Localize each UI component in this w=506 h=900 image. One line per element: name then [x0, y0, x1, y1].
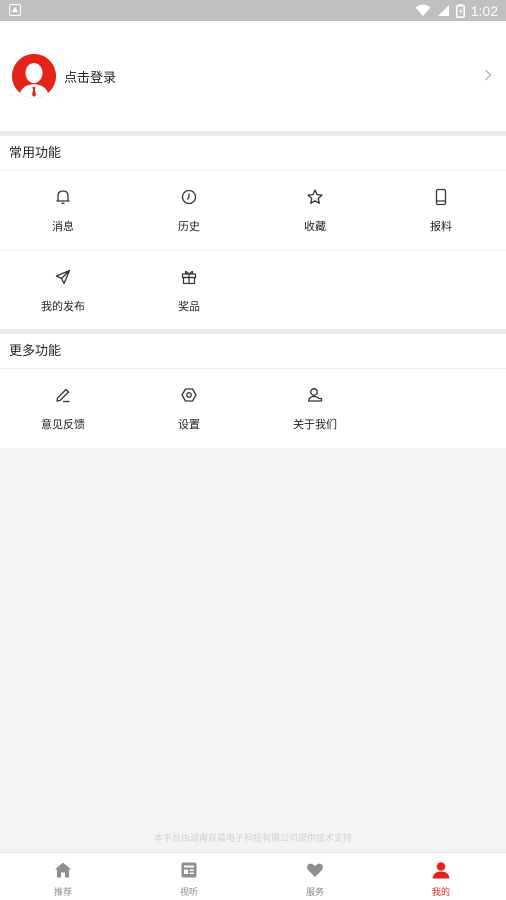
battery-icon: [455, 3, 465, 18]
user-about-icon: [307, 388, 323, 402]
tab-services[interactable]: 服务: [252, 853, 378, 900]
tab-mine[interactable]: 我的: [378, 853, 504, 900]
gift-icon: [181, 270, 197, 285]
avatar[interactable]: [12, 54, 56, 98]
common-functions-panel: 常用功能 消息 历史 收藏 报料 我的发布 奖品: [0, 136, 506, 329]
tab-label: 推荐: [53, 888, 72, 898]
tab-label: 我的: [431, 888, 450, 898]
menu-item-prizes[interactable]: 奖品: [126, 251, 252, 330]
more-functions-title: 更多功能: [0, 334, 506, 369]
tab-recommend[interactable]: 推荐: [0, 853, 126, 900]
settings-icon: [181, 388, 197, 402]
profile-header[interactable]: 点击登录: [0, 21, 506, 131]
profile-icon: [432, 862, 450, 879]
bell-icon: [56, 190, 70, 204]
tab-label: 视听: [179, 888, 198, 898]
menu-item-settings[interactable]: 设置: [126, 369, 252, 448]
menu-item-label: 报料: [430, 220, 452, 233]
menu-item-history[interactable]: 历史: [126, 171, 252, 250]
media-icon: [181, 862, 197, 878]
home-icon: [55, 862, 71, 878]
send-icon: [55, 269, 71, 285]
menu-item-label: 消息: [52, 220, 74, 233]
menu-item-feedback[interactable]: 意见反馈: [0, 369, 126, 448]
tech-support-note: 本平台由湖南双晨电子科技有限公司提供技术支持: [153, 834, 352, 844]
login-prompt[interactable]: 点击登录: [64, 67, 116, 86]
notification-icon: [9, 4, 21, 16]
menu-item-label: 我的发布: [41, 300, 85, 313]
menu-item-my-posts[interactable]: 我的发布: [0, 251, 126, 330]
menu-item-about-us[interactable]: 关于我们: [252, 369, 378, 448]
star-icon: [307, 189, 323, 204]
default-avatar-icon: [12, 54, 56, 98]
menu-item-messages[interactable]: 消息: [0, 171, 126, 250]
tab-media[interactable]: 视听: [126, 853, 252, 900]
menu-item-label: 设置: [178, 418, 200, 431]
heart-icon: [307, 863, 323, 877]
pencil-icon: [56, 388, 70, 403]
menu-item-label: 历史: [178, 220, 200, 233]
signal-icon: [437, 5, 449, 16]
phone-icon: [435, 188, 447, 206]
clock-icon: [181, 189, 197, 205]
more-functions-panel: 更多功能 意见反馈 设置 关于我们: [0, 334, 506, 448]
clock-time: 1:02: [470, 2, 498, 19]
menu-item-report[interactable]: 报料: [378, 171, 504, 250]
common-functions-title: 常用功能: [0, 136, 506, 171]
menu-item-favorites[interactable]: 收藏: [252, 171, 378, 250]
wifi-icon: [415, 4, 431, 16]
status-bar: 1:02: [0, 0, 506, 21]
status-icons: 1:02: [415, 2, 498, 19]
menu-item-label: 关于我们: [293, 418, 337, 431]
menu-item-label: 收藏: [304, 220, 326, 233]
tab-label: 服务: [305, 888, 324, 898]
menu-item-label: 奖品: [178, 300, 200, 313]
chevron-right-icon[interactable]: [484, 69, 492, 81]
bottom-tab-bar: 推荐 视听 服务 我的: [0, 852, 506, 900]
menu-item-label: 意见反馈: [41, 418, 85, 431]
